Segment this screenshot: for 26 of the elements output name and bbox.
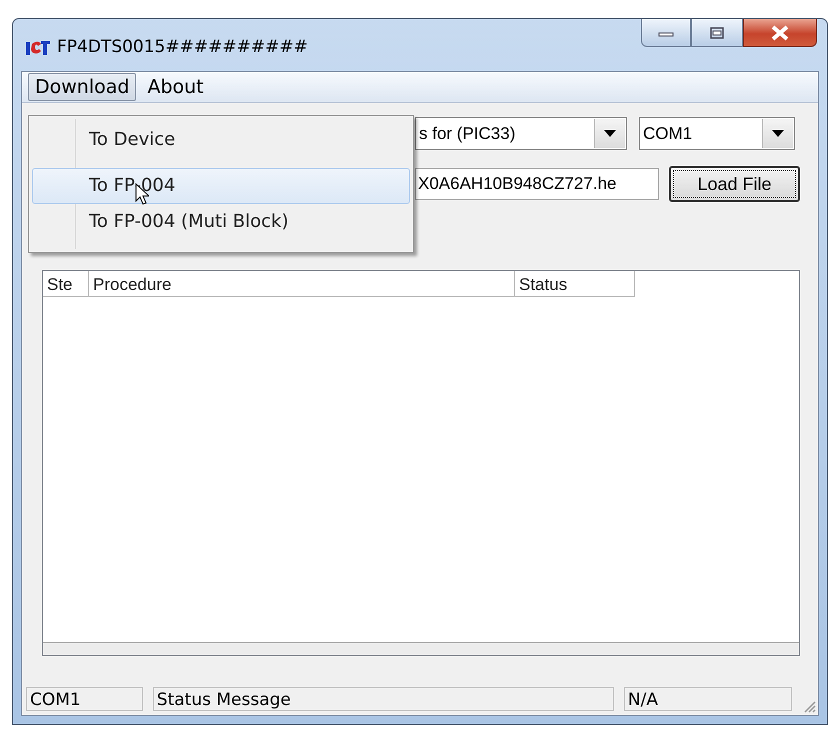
port-combo[interactable]: COM1 xyxy=(639,117,795,150)
close-icon xyxy=(770,24,790,40)
column-header[interactable]: Status xyxy=(515,271,635,297)
window-title: FP4DTS0015########## xyxy=(57,37,308,57)
dropdown-arrow-icon xyxy=(772,130,784,137)
maximize-button[interactable] xyxy=(691,19,743,47)
status-panel: N/A xyxy=(624,687,792,711)
maximize-icon xyxy=(709,26,725,40)
close-button[interactable] xyxy=(743,19,817,47)
dropdown-arrow-icon xyxy=(604,130,616,137)
load-file-button[interactable]: Load File xyxy=(669,166,800,202)
minimize-button[interactable] xyxy=(641,19,691,47)
menu-item[interactable]: About xyxy=(140,73,211,101)
menu-item[interactable]: Download xyxy=(28,73,136,101)
column-header[interactable]: Procedure xyxy=(89,271,515,297)
horizontal-scrollbar[interactable] xyxy=(43,642,799,655)
menu-item[interactable]: To Device xyxy=(32,122,410,158)
app-logo-icon xyxy=(25,38,51,56)
device-combo[interactable]: s for (PIC33) xyxy=(415,117,627,150)
menu-item[interactable]: To FP-004 (Muti Block) xyxy=(32,204,410,240)
status-panel: Status Message xyxy=(152,687,614,711)
resize-grip-icon[interactable] xyxy=(802,699,816,713)
status-panel: COM1 xyxy=(26,687,143,711)
file-path-field[interactable]: X0A6AH10B948CZ727.he xyxy=(415,168,659,200)
column-header[interactable]: Ste xyxy=(43,271,89,297)
menu-item[interactable]: To FP-004 xyxy=(32,168,410,204)
